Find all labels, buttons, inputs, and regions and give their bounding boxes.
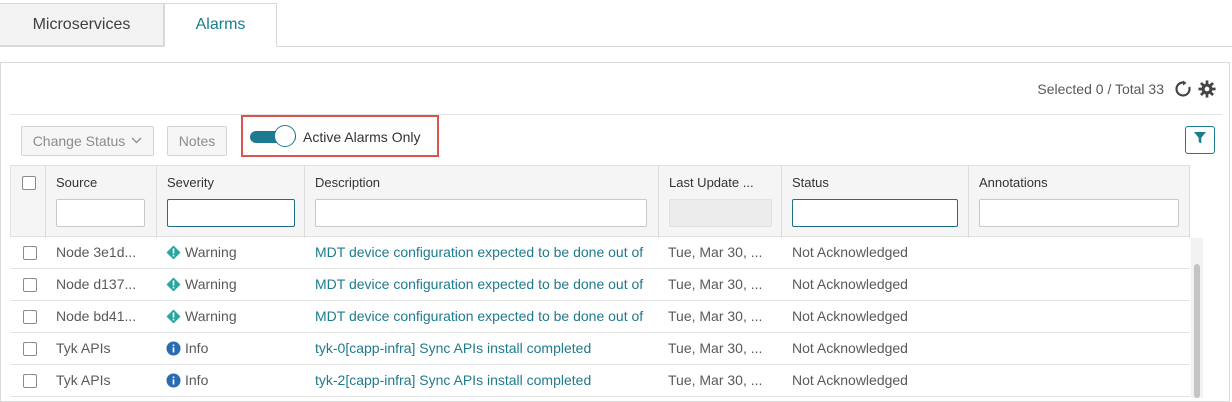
table-row[interactable]: Node bd41... Warning MDT device configur… (10, 301, 1190, 333)
table-row[interactable]: Tyk APIs Info tyk-0[capp-infra] Sync API… (10, 333, 1190, 365)
status-filter-input[interactable] (792, 199, 958, 227)
tab-bar: Microservices Alarms (0, 0, 1232, 47)
last-update-filter-input (669, 199, 772, 227)
row-source: Tyk APIs (56, 340, 111, 356)
row-checkbox[interactable] (23, 278, 37, 292)
annotations-filter-input[interactable] (979, 199, 1179, 227)
row-checkbox[interactable] (23, 342, 37, 356)
active-alarms-toggle[interactable] (250, 125, 298, 149)
table-row[interactable]: Tyk APIs Info tyk-2[capp-infra] Sync API… (10, 365, 1190, 397)
row-status: Not Acknowledged (792, 372, 908, 388)
toolbar-separator (10, 114, 1222, 115)
select-all-checkbox[interactable] (22, 176, 36, 190)
column-status-label: Status (792, 175, 829, 190)
row-source: Node 3e1d... (56, 244, 137, 260)
row-severity-label: Warning (185, 308, 237, 324)
chevron-down-icon (131, 135, 142, 147)
gear-icon[interactable] (1198, 80, 1216, 98)
row-description-link[interactable]: MDT device configuration expected to be … (315, 301, 657, 332)
row-status: Not Acknowledged (792, 340, 908, 356)
change-status-label: Change Status (32, 133, 126, 149)
toggle-knob (274, 125, 296, 147)
filter-icon (1193, 131, 1207, 150)
row-severity: Info (166, 333, 301, 364)
header-info: Selected 0 / Total 33 (1037, 80, 1216, 98)
description-filter-input[interactable] (315, 199, 647, 227)
select-all-column (11, 166, 46, 238)
column-last-update: Last Update ... (659, 166, 782, 238)
row-last-update: Tue, Mar 30, ... (668, 308, 763, 324)
row-status: Not Acknowledged (792, 308, 908, 324)
column-source-label: Source (56, 175, 98, 190)
column-annotations: Annotations (969, 166, 1190, 238)
warning-diamond-icon (166, 277, 181, 292)
row-severity: Warning (166, 269, 301, 300)
source-filter-input[interactable] (56, 199, 145, 227)
row-last-update: Tue, Mar 30, ... (668, 372, 763, 388)
change-status-dropdown[interactable]: Change Status (21, 126, 154, 156)
selection-counts: Selected 0 / Total 33 (1037, 81, 1164, 97)
tab-microservices[interactable]: Microservices (0, 3, 164, 46)
notes-label: Notes (178, 133, 216, 149)
row-severity-label: Warning (185, 276, 237, 292)
row-status: Not Acknowledged (792, 244, 908, 260)
row-last-update: Tue, Mar 30, ... (668, 276, 763, 292)
column-description-label: Description (315, 175, 381, 190)
row-severity: Warning (166, 237, 301, 268)
row-checkbox[interactable] (23, 246, 37, 260)
row-severity: Warning (166, 301, 301, 332)
notes-button[interactable]: Notes (167, 126, 227, 156)
row-description-link[interactable]: MDT device configuration expected to be … (315, 269, 657, 300)
table-row[interactable]: Node 3e1d... Warning MDT device configur… (10, 237, 1190, 269)
table-row[interactable]: Node d137... Warning MDT device configur… (10, 269, 1190, 301)
column-source: Source (46, 166, 157, 238)
row-severity: Info (166, 365, 301, 396)
row-source: Tyk APIs (56, 372, 111, 388)
info-circle-icon (166, 341, 181, 356)
filter-button[interactable] (1185, 126, 1215, 154)
table-header: Source Severity Description Last Update … (10, 165, 1190, 238)
column-last-update-label: Last Update ... (669, 175, 754, 190)
info-circle-icon (166, 373, 181, 388)
column-severity: Severity (157, 166, 305, 238)
row-source: Node d137... (56, 276, 137, 292)
scrollbar-thumb[interactable] (1194, 264, 1200, 398)
refresh-icon[interactable] (1174, 80, 1192, 98)
severity-filter-input[interactable] (167, 199, 295, 227)
row-source: Node bd41... (56, 308, 137, 324)
column-status: Status (782, 166, 969, 238)
row-last-update: Tue, Mar 30, ... (668, 340, 763, 356)
row-status: Not Acknowledged (792, 276, 908, 292)
column-severity-label: Severity (167, 175, 214, 190)
warning-diamond-icon (166, 309, 181, 324)
row-last-update: Tue, Mar 30, ... (668, 244, 763, 260)
active-alarms-label: Active Alarms Only (303, 129, 421, 145)
row-checkbox[interactable] (23, 310, 37, 324)
row-description-link[interactable]: tyk-2[capp-infra] Sync APIs install comp… (315, 365, 657, 396)
row-severity-label: Warning (185, 244, 237, 260)
column-description: Description (305, 166, 659, 238)
column-annotations-label: Annotations (979, 175, 1048, 190)
tab-alarms[interactable]: Alarms (164, 3, 277, 47)
row-checkbox[interactable] (23, 374, 37, 388)
row-description-link[interactable]: tyk-0[capp-infra] Sync APIs install comp… (315, 333, 657, 364)
row-severity-label: Info (185, 372, 209, 388)
warning-diamond-icon (166, 245, 181, 260)
row-description-link[interactable]: MDT device configuration expected to be … (315, 237, 657, 268)
row-severity-label: Info (185, 340, 209, 356)
table-scrollbar[interactable] (1191, 238, 1203, 398)
